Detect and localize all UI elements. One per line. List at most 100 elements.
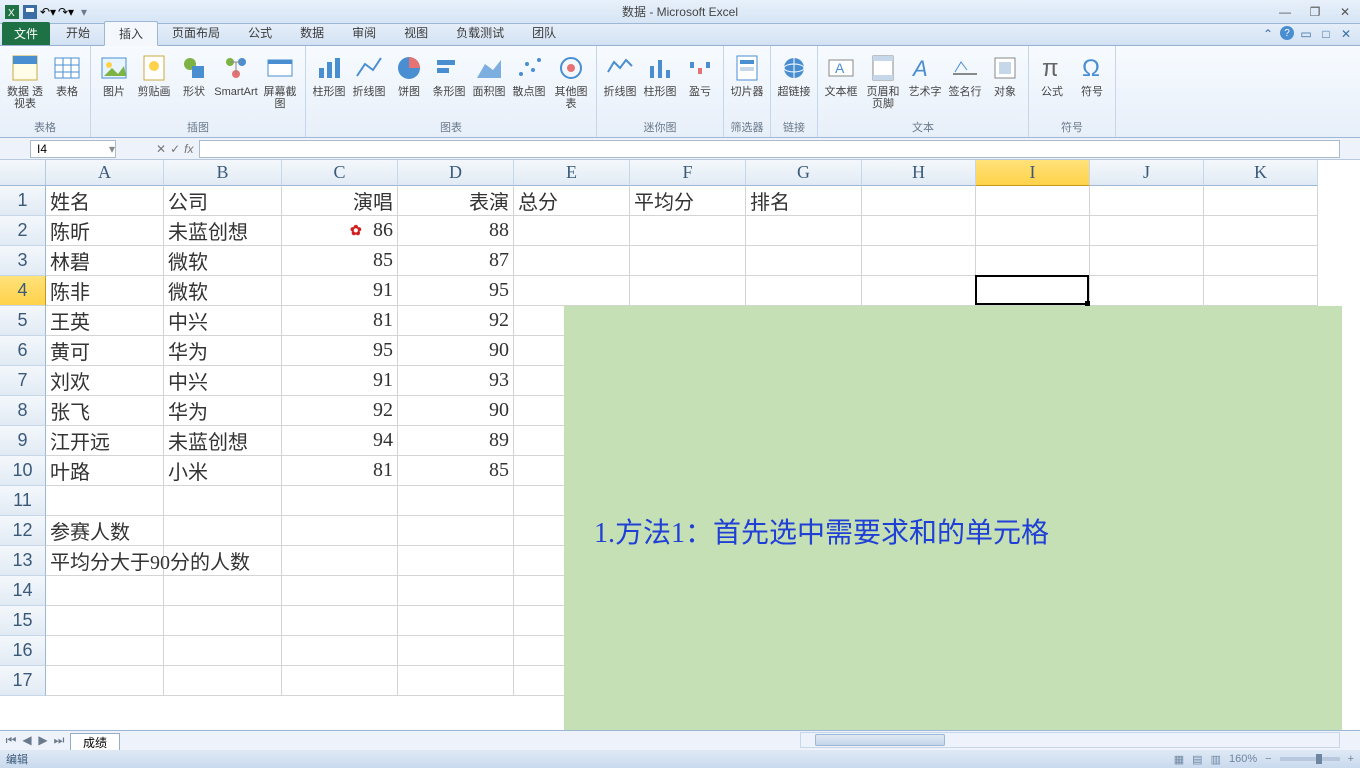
cell-D14[interactable]: [398, 576, 514, 606]
sheet-nav-prev-icon[interactable]: ◀: [20, 733, 34, 748]
cell-D6[interactable]: 90: [398, 336, 514, 366]
cell-C4[interactable]: 91: [282, 276, 398, 306]
col-header-A[interactable]: A: [46, 160, 164, 186]
row-header-15[interactable]: 15: [0, 606, 46, 636]
tab-视图[interactable]: 视图: [390, 21, 442, 45]
ribbon-btn-slicer[interactable]: 切片器: [728, 48, 766, 98]
col-header-I[interactable]: I: [976, 160, 1090, 186]
cell-C15[interactable]: [282, 606, 398, 636]
cell-C12[interactable]: [282, 516, 398, 546]
ribbon-btn-object[interactable]: 对象: [986, 48, 1024, 98]
ribbon-btn-clipart[interactable]: 剪贴画: [135, 48, 173, 98]
cell-D3[interactable]: 87: [398, 246, 514, 276]
tab-公式[interactable]: 公式: [234, 21, 286, 45]
sheet-nav-next-icon[interactable]: ▶: [36, 733, 50, 748]
row-header-4[interactable]: 4: [0, 276, 46, 306]
ribbon-btn-picture[interactable]: 图片: [95, 48, 133, 98]
cell-B4[interactable]: 微软: [164, 276, 282, 306]
ribbon-btn-sigline[interactable]: 签名行: [946, 48, 984, 98]
tab-数据[interactable]: 数据: [286, 21, 338, 45]
ribbon-btn-other[interactable]: 其他图表: [550, 48, 592, 110]
row-header-9[interactable]: 9: [0, 426, 46, 456]
row-header-2[interactable]: 2: [0, 216, 46, 246]
cell-G3[interactable]: [746, 246, 862, 276]
fx-icon[interactable]: fx: [184, 142, 193, 156]
zoom-slider[interactable]: [1280, 757, 1340, 761]
cell-D9[interactable]: 89: [398, 426, 514, 456]
tab-开始[interactable]: 开始: [52, 21, 104, 45]
cell-I1[interactable]: [976, 186, 1090, 216]
cell-C7[interactable]: 91: [282, 366, 398, 396]
ribbon-btn-hyperlink[interactable]: 超链接: [775, 48, 813, 98]
cell-E3[interactable]: [514, 246, 630, 276]
cell-E2[interactable]: [514, 216, 630, 246]
cell-A13[interactable]: 平均分大于90分的人数: [46, 546, 164, 576]
ribbon-btn-wordart[interactable]: A艺术字: [906, 48, 944, 98]
cell-B2[interactable]: 未蓝创想: [164, 216, 282, 246]
cell-C10[interactable]: 81: [282, 456, 398, 486]
window-restore-icon[interactable]: □: [1318, 26, 1334, 42]
redo-icon[interactable]: ↷▾: [58, 4, 74, 20]
cell-B16[interactable]: [164, 636, 282, 666]
col-header-E[interactable]: E: [514, 160, 630, 186]
row-header-8[interactable]: 8: [0, 396, 46, 426]
sheet-nav-last-icon[interactable]: ⏭: [52, 733, 66, 748]
cell-B7[interactable]: 中兴: [164, 366, 282, 396]
cell-D10[interactable]: 85: [398, 456, 514, 486]
cell-B13[interactable]: [164, 546, 282, 576]
view-layout-icon[interactable]: ▤: [1192, 753, 1202, 766]
ribbon-btn-smartart[interactable]: SmartArt: [215, 48, 257, 98]
cell-K2[interactable]: [1204, 216, 1318, 246]
cell-C6[interactable]: 95: [282, 336, 398, 366]
row-header-7[interactable]: 7: [0, 366, 46, 396]
minimize-ribbon-icon[interactable]: ⌃: [1260, 26, 1276, 42]
row-header-6[interactable]: 6: [0, 336, 46, 366]
cell-F2[interactable]: [630, 216, 746, 246]
cell-K4[interactable]: [1204, 276, 1318, 306]
cell-I4[interactable]: [976, 276, 1090, 306]
cell-I2[interactable]: [976, 216, 1090, 246]
col-header-C[interactable]: C: [282, 160, 398, 186]
cancel-icon[interactable]: ✕: [156, 142, 166, 156]
cell-D4[interactable]: 95: [398, 276, 514, 306]
minimize-button[interactable]: —: [1270, 2, 1300, 22]
cell-A6[interactable]: 黄可: [46, 336, 164, 366]
cell-C17[interactable]: [282, 666, 398, 696]
row-header-3[interactable]: 3: [0, 246, 46, 276]
ribbon-btn-line[interactable]: 折线图: [350, 48, 388, 98]
cell-H3[interactable]: [862, 246, 976, 276]
ribbon-btn-bar[interactable]: 柱形图: [310, 48, 348, 98]
row-header-5[interactable]: 5: [0, 306, 46, 336]
cell-J1[interactable]: [1090, 186, 1204, 216]
cell-A3[interactable]: 林碧: [46, 246, 164, 276]
horizontal-scrollbar[interactable]: [800, 732, 1340, 748]
cell-D7[interactable]: 93: [398, 366, 514, 396]
col-header-J[interactable]: J: [1090, 160, 1204, 186]
cell-D11[interactable]: [398, 486, 514, 516]
row-header-17[interactable]: 17: [0, 666, 46, 696]
ribbon-btn-shapes[interactable]: 形状: [175, 48, 213, 98]
row-header-12[interactable]: 12: [0, 516, 46, 546]
cell-A12[interactable]: 参赛人数: [46, 516, 164, 546]
cell-F1[interactable]: 平均分: [630, 186, 746, 216]
formula-bar[interactable]: [199, 140, 1340, 158]
ribbon-btn-textbox[interactable]: A文本框: [822, 48, 860, 98]
col-header-F[interactable]: F: [630, 160, 746, 186]
cell-A14[interactable]: [46, 576, 164, 606]
name-box[interactable]: I4▾: [30, 140, 116, 158]
hscroll-thumb[interactable]: [815, 734, 945, 746]
cell-A1[interactable]: 姓名: [46, 186, 164, 216]
cell-I3[interactable]: [976, 246, 1090, 276]
cell-J4[interactable]: [1090, 276, 1204, 306]
cell-C3[interactable]: 85: [282, 246, 398, 276]
select-all-corner[interactable]: [0, 160, 46, 186]
col-header-G[interactable]: G: [746, 160, 862, 186]
cell-A11[interactable]: [46, 486, 164, 516]
cell-A7[interactable]: 刘欢: [46, 366, 164, 396]
cell-F3[interactable]: [630, 246, 746, 276]
row-header-16[interactable]: 16: [0, 636, 46, 666]
cell-A10[interactable]: 叶路: [46, 456, 164, 486]
ribbon-btn-table[interactable]: 表格: [48, 48, 86, 98]
cell-B8[interactable]: 华为: [164, 396, 282, 426]
cell-C11[interactable]: [282, 486, 398, 516]
